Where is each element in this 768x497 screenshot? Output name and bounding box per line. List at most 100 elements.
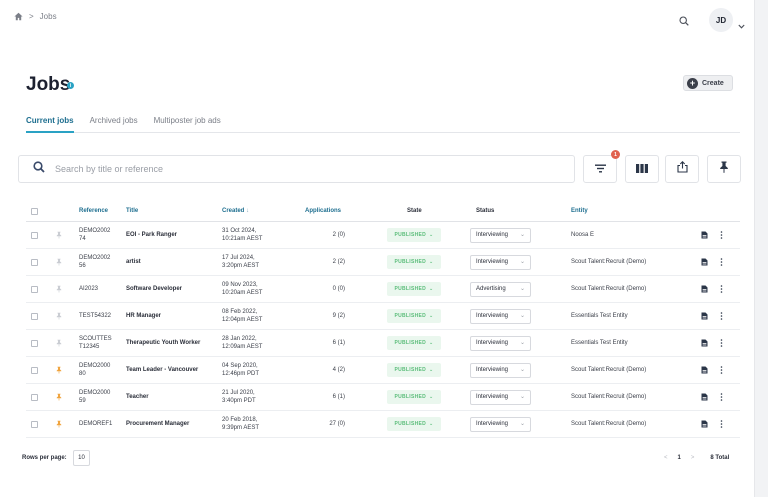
next-page-button[interactable]: > [691,455,695,461]
cell-title[interactable]: artist [126,249,141,275]
select-all-checkbox[interactable] [31,208,38,215]
document-icon[interactable] [701,249,708,275]
row-checkbox[interactable] [31,285,38,293]
cell-title[interactable]: EOI - Park Ranger [126,222,177,248]
cell-applications[interactable]: 4 (2) [305,357,345,383]
more-options-icon[interactable] [720,303,723,329]
document-icon[interactable] [701,222,708,248]
breadcrumb-current[interactable]: Jobs [40,12,57,21]
row-checkbox[interactable] [31,393,38,401]
cell-applications[interactable]: 0 (0) [305,276,345,302]
more-options-icon[interactable] [720,249,723,275]
state-dropdown[interactable]: PUBLISHED ⌄ [387,309,441,323]
table-row[interactable]: SCOUTTES T12345 Therapeutic Youth Worker 2… [26,330,740,357]
pin-icon[interactable] [56,303,62,329]
more-options-icon[interactable] [720,276,723,302]
table-row[interactable]: TEST54322 HR Manager 08 Feb 2022, 12:04pm … [26,303,740,330]
row-checkbox[interactable] [31,366,38,374]
tab-multiposter-job-ads[interactable]: Multiposter job ads [154,114,221,133]
cell-applications[interactable]: 9 (2) [305,303,345,329]
status-dropdown-cell: Interviewing ⌄ [470,303,531,329]
cell-title[interactable]: Therapeutic Youth Worker [126,330,200,356]
cell-title[interactable]: HR Manager [126,303,161,329]
document-icon[interactable] [701,330,708,356]
status-dropdown[interactable]: Interviewing ⌄ [470,308,531,324]
table-row[interactable]: AI2023 Software Developer 09 Nov 2023, 10:… [26,276,740,303]
state-dropdown[interactable]: PUBLISHED ⌄ [387,282,441,296]
more-options-icon[interactable] [720,222,723,248]
pinned-icon[interactable] [56,384,62,410]
header-created[interactable]: Created ↓ [222,202,249,221]
document-icon[interactable] [701,411,708,437]
cell-applications[interactable]: 27 (0) [305,411,345,437]
row-checkbox[interactable] [31,339,38,347]
state-dropdown[interactable]: PUBLISHED ⌄ [387,255,441,269]
header-entity[interactable]: Entity [571,202,588,221]
tab-current-jobs[interactable]: Current jobs [26,114,74,133]
pin-icon[interactable] [56,330,62,356]
search-icon[interactable] [679,13,689,31]
state-dropdown[interactable]: PUBLISHED ⌄ [387,390,441,404]
header-reference[interactable]: Reference [79,202,108,221]
status-dropdown[interactable]: Interviewing ⌄ [470,254,531,270]
more-options-icon[interactable] [720,357,723,383]
row-checkbox[interactable] [31,258,38,266]
table-row[interactable]: DEMO2002 56 artist 17 Jul 2024, 3:20pm AES… [26,249,740,276]
table-row[interactable]: DEMO2000 59 Teacher 21 Jul 2020, 3:40pm PD… [26,384,740,411]
state-dropdown[interactable]: PUBLISHED ⌄ [387,336,441,350]
export-button[interactable] [665,155,699,183]
more-options-icon[interactable] [720,330,723,356]
cell-applications[interactable]: 2 (2) [305,249,345,275]
status-dropdown[interactable]: Interviewing ⌄ [470,389,531,405]
state-dropdown[interactable]: PUBLISHED ⌄ [387,417,441,431]
info-icon[interactable]: i [67,82,74,89]
pin-filter-button[interactable] [707,155,741,183]
pin-icon[interactable] [56,276,62,302]
home-icon[interactable] [14,12,23,21]
cell-applications[interactable]: 6 (1) [305,384,345,410]
user-avatar[interactable]: JD [709,8,733,32]
status-dropdown[interactable]: Interviewing ⌄ [470,227,531,243]
search-input[interactable] [55,164,535,174]
status-dropdown[interactable]: Interviewing ⌄ [470,362,531,378]
document-icon[interactable] [701,276,708,302]
pin-icon[interactable] [56,222,62,248]
table-row[interactable]: DEMO2000 80 Team Leader - Vancouver 04 Sep… [26,357,740,384]
cell-applications[interactable]: 2 (0) [305,222,345,248]
status-dropdown[interactable]: Interviewing ⌄ [470,416,531,432]
table-row[interactable]: DEMO2002 74 EOI - Park Ranger 31 Oct 2024,… [26,222,740,249]
pin-icon[interactable] [56,249,62,275]
state-dropdown[interactable]: PUBLISHED ⌄ [387,363,441,377]
document-icon[interactable] [701,384,708,410]
status-value: Interviewing [476,231,509,238]
cell-title[interactable]: Team Leader - Vancouver [126,357,198,383]
chevron-down-icon[interactable] [738,16,745,34]
cell-applications[interactable]: 6 (1) [305,330,345,356]
cell-title[interactable]: Software Developer [126,276,182,302]
columns-button[interactable] [625,155,659,183]
prev-page-button[interactable]: < [664,455,668,461]
tab-archived-jobs[interactable]: Archived jobs [90,114,138,133]
filter-button[interactable] [583,155,617,183]
cell-title[interactable]: Teacher [126,384,149,410]
more-options-icon[interactable] [720,384,723,410]
header-title[interactable]: Title [126,202,138,221]
document-icon[interactable] [701,303,708,329]
cell-title[interactable]: Procurement Manager [126,411,189,437]
more-options-icon[interactable] [720,411,723,437]
rows-per-page-select[interactable]: 10 [73,450,90,466]
table-row[interactable]: DEMOREF1 Procurement Manager 20 Feb 2018, … [26,411,740,438]
row-checkbox[interactable] [31,231,38,239]
row-checkbox[interactable] [31,420,38,428]
header-applications[interactable]: Applications [305,202,341,221]
state-dropdown[interactable]: PUBLISHED ⌄ [387,228,441,242]
row-checkbox[interactable] [31,312,38,320]
status-dropdown[interactable]: Advertising ⌄ [470,281,531,297]
pinned-icon[interactable] [56,357,62,383]
status-dropdown[interactable]: Interviewing ⌄ [470,335,531,351]
page-scrollbar[interactable] [754,0,768,497]
document-icon[interactable] [701,357,708,383]
create-button[interactable]: + Create [683,75,733,91]
pinned-icon[interactable] [56,411,62,437]
current-page[interactable]: 1 [678,455,681,461]
